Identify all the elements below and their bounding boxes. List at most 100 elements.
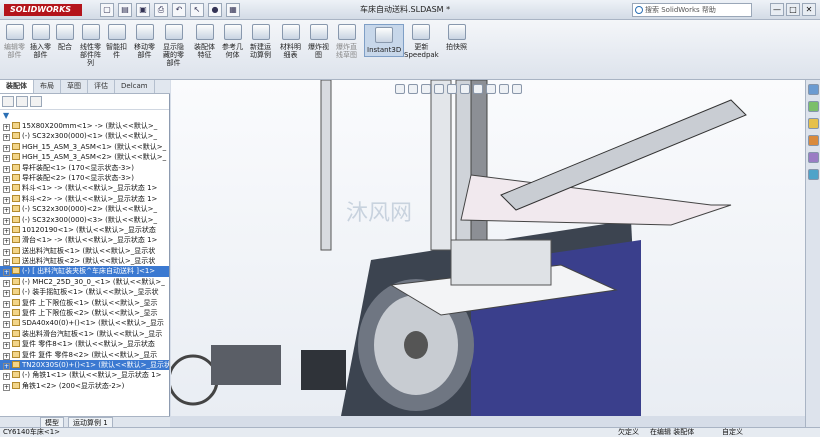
toolbar-button-10[interactable]: 材料明 细表 bbox=[280, 24, 301, 59]
restore-button[interactable]: □ bbox=[786, 3, 800, 16]
save-icon[interactable]: ▣ bbox=[136, 3, 150, 17]
expand-icon[interactable]: + bbox=[3, 196, 10, 204]
filter-icon[interactable]: ▼ bbox=[0, 110, 169, 121]
appearances-icon[interactable] bbox=[808, 152, 819, 163]
tree-row[interactable]: + (-) 装手摇缸板<1> (默认<<默认>_显示状 bbox=[0, 287, 169, 298]
tree-row[interactable]: + 滑台<1> -> (默认<<默认>_显示状态 1> bbox=[0, 235, 169, 246]
tree-row[interactable]: + (-) MHC2_25D_30_0_<1> (默认<<默认>_ bbox=[0, 277, 169, 287]
tree-row[interactable]: +10120190<1> (默认<<默认>_显示状态 bbox=[0, 225, 169, 235]
select-icon[interactable]: ↖ bbox=[190, 3, 204, 17]
toolbar-button-9[interactable]: 新建运 动算例 bbox=[250, 24, 271, 59]
toolbar-button-8[interactable]: 参考几 何体 bbox=[222, 24, 243, 59]
expand-icon[interactable]: + bbox=[3, 227, 10, 235]
tree-row[interactable]: + 送出料汽缸板<2> (默认<<默认>_显示状 bbox=[0, 256, 169, 267]
status-custom[interactable]: 自定义 bbox=[722, 428, 743, 437]
expand-icon[interactable]: + bbox=[3, 311, 10, 319]
toolbar-button-0[interactable]: 编辑零 部件 bbox=[4, 24, 25, 59]
section-view-icon[interactable] bbox=[434, 84, 444, 94]
expand-icon[interactable]: + bbox=[3, 248, 10, 256]
expand-icon[interactable]: + bbox=[3, 186, 10, 194]
tree-row[interactable]: + 导杆装配<1> (170<显示状态-3>) bbox=[0, 163, 169, 173]
tree-row[interactable]: + HGH_15_ASM_3_ASM<1> (默认<<默认>_ bbox=[0, 142, 169, 152]
tree-row[interactable]: + SDA40x40(0)+()<1> (默认<<默认>_显示 bbox=[0, 318, 169, 329]
expand-icon[interactable]: + bbox=[3, 321, 10, 329]
file-explorer-icon[interactable] bbox=[808, 118, 819, 129]
tab-0[interactable]: 装配体 bbox=[0, 80, 34, 93]
expand-icon[interactable]: + bbox=[3, 373, 10, 381]
tree-row[interactable]: + 复件 上下限位板<2> (默认<<默认>_显示 bbox=[0, 308, 169, 319]
expand-icon[interactable]: + bbox=[3, 362, 10, 370]
property-manager-icon[interactable] bbox=[16, 96, 28, 107]
tab-3[interactable]: 评估 bbox=[88, 80, 115, 93]
toolbar-button-5[interactable]: 移动零 部件 bbox=[134, 24, 155, 59]
expand-icon[interactable]: + bbox=[3, 217, 10, 225]
zoom-area-icon[interactable] bbox=[408, 84, 418, 94]
view-palette-icon[interactable] bbox=[808, 135, 819, 146]
open-file-icon[interactable]: ▤ bbox=[118, 3, 132, 17]
tree-row[interactable]: + 复件 零件8<1> (默认<<默认>_显示状态 bbox=[0, 339, 169, 350]
toolbar-button-3[interactable]: 线性零 部件阵 列 bbox=[80, 24, 101, 67]
expand-icon[interactable]: + bbox=[3, 290, 10, 298]
tree-row[interactable]: +15X80X200mm<1> -> (默认<<默认>_ bbox=[0, 121, 169, 131]
tree-row[interactable]: + 复件 复件 零件8<2> (默认<<默认>_显示 bbox=[0, 350, 169, 360]
expand-icon[interactable]: + bbox=[3, 269, 10, 277]
expand-icon[interactable]: + bbox=[3, 352, 10, 360]
rebuild-icon[interactable]: ● bbox=[208, 3, 222, 17]
feature-tree-icon[interactable] bbox=[2, 96, 14, 107]
display-style-icon[interactable] bbox=[460, 84, 470, 94]
expand-icon[interactable]: + bbox=[3, 124, 10, 131]
toolbar-button-7[interactable]: 装配体 特征 bbox=[194, 24, 215, 59]
expand-icon[interactable]: + bbox=[3, 279, 10, 287]
toolbar-button-11[interactable]: 爆炸视 图 bbox=[308, 24, 329, 59]
custom-properties-icon[interactable] bbox=[808, 169, 819, 180]
view-orientation-icon[interactable] bbox=[447, 84, 457, 94]
tree-row[interactable]: + (-) [ 出料汽缸装夹板^车床自动送料 ]<1> bbox=[0, 266, 169, 277]
expand-icon[interactable]: + bbox=[3, 383, 10, 391]
tree-row[interactable]: + TN20X30S(0)+()<1> (默认<<默认>_显示状 bbox=[0, 359, 169, 371]
design-library-icon[interactable] bbox=[808, 101, 819, 112]
expand-icon[interactable]: + bbox=[3, 300, 10, 308]
toolbar-button-1[interactable]: 插入零 部件 bbox=[30, 24, 51, 59]
undo-icon[interactable]: ↶ bbox=[172, 3, 186, 17]
tree-row[interactable]: + 料斗<1> -> (默认<<默认>_显示状态 1> bbox=[0, 183, 169, 194]
zoom-to-fit-icon[interactable] bbox=[395, 84, 405, 94]
expand-icon[interactable]: + bbox=[3, 144, 10, 152]
view-settings-icon[interactable] bbox=[512, 84, 522, 94]
toolbar-button-15[interactable]: 拍快照 bbox=[446, 24, 467, 51]
tree-row[interactable]: + (-) 角铁1<1> (默认<<默认>_显示状态 1> bbox=[0, 370, 169, 381]
apply-scene-icon[interactable] bbox=[499, 84, 509, 94]
tree-row[interactable]: + 送出料汽缸板<1> (默认<<默认>_显示状 bbox=[0, 246, 169, 256]
expand-icon[interactable]: + bbox=[3, 155, 10, 163]
expand-icon[interactable]: + bbox=[3, 165, 10, 173]
tree-row[interactable]: + 复件 上下限位板<1> (默认<<默认>_显示 bbox=[0, 298, 169, 308]
tree-row[interactable]: + HGH_15_ASM_3_ASM<2> (默认<<默认>_ bbox=[0, 152, 169, 163]
tab-1[interactable]: 布局 bbox=[34, 80, 61, 93]
expand-icon[interactable]: + bbox=[3, 259, 10, 267]
tree-row[interactable]: + 角铁1<2> (200<显示状态-2>) bbox=[0, 381, 169, 391]
print-icon[interactable]: ⎙ bbox=[154, 3, 168, 17]
new-file-icon[interactable]: ▢ bbox=[100, 3, 114, 17]
toolbar-button-14[interactable]: 更新 Speedpak bbox=[404, 24, 439, 59]
tree-row[interactable]: + (-) SC32x300(000)<3> (默认<<默认>_ bbox=[0, 215, 169, 225]
close-button[interactable]: ✕ bbox=[802, 3, 816, 16]
hide-show-items-icon[interactable] bbox=[473, 84, 483, 94]
tree-row[interactable]: + (-) SC32x300(000)<2> (默认<<默认>_ bbox=[0, 204, 169, 215]
expand-icon[interactable]: + bbox=[3, 342, 10, 350]
toolbar-button-2[interactable]: 配合 bbox=[56, 24, 74, 51]
toolbar-button-6[interactable]: 显示隐 藏的零 部件 bbox=[163, 24, 184, 67]
tab-4[interactable]: Delcam bbox=[115, 80, 155, 93]
edit-appearance-icon[interactable] bbox=[486, 84, 496, 94]
toolbar-button-12[interactable]: 爆炸直 线草图 bbox=[336, 24, 357, 59]
help-search-input[interactable]: 搜索 SolidWorks 帮助 bbox=[632, 3, 752, 17]
expand-icon[interactable]: + bbox=[3, 331, 10, 339]
tree-row[interactable]: + (-) SC32x300(000)<1> (默认<<默认>_ bbox=[0, 131, 169, 142]
configuration-manager-icon[interactable] bbox=[30, 96, 42, 107]
tab-2[interactable]: 草图 bbox=[61, 80, 88, 93]
tree-row[interactable]: + 装出料滑台汽缸板<1> (默认<<默认>_显示 bbox=[0, 329, 169, 339]
expand-icon[interactable]: + bbox=[3, 175, 10, 183]
solidworks-resources-icon[interactable] bbox=[808, 84, 819, 95]
tree-row[interactable]: + 导杆装配<2> (170<显示状态-3>) bbox=[0, 173, 169, 183]
toolbar-button-4[interactable]: 智能扣 件 bbox=[106, 24, 127, 59]
options-icon[interactable]: ▦ bbox=[226, 3, 240, 17]
previous-view-icon[interactable] bbox=[421, 84, 431, 94]
